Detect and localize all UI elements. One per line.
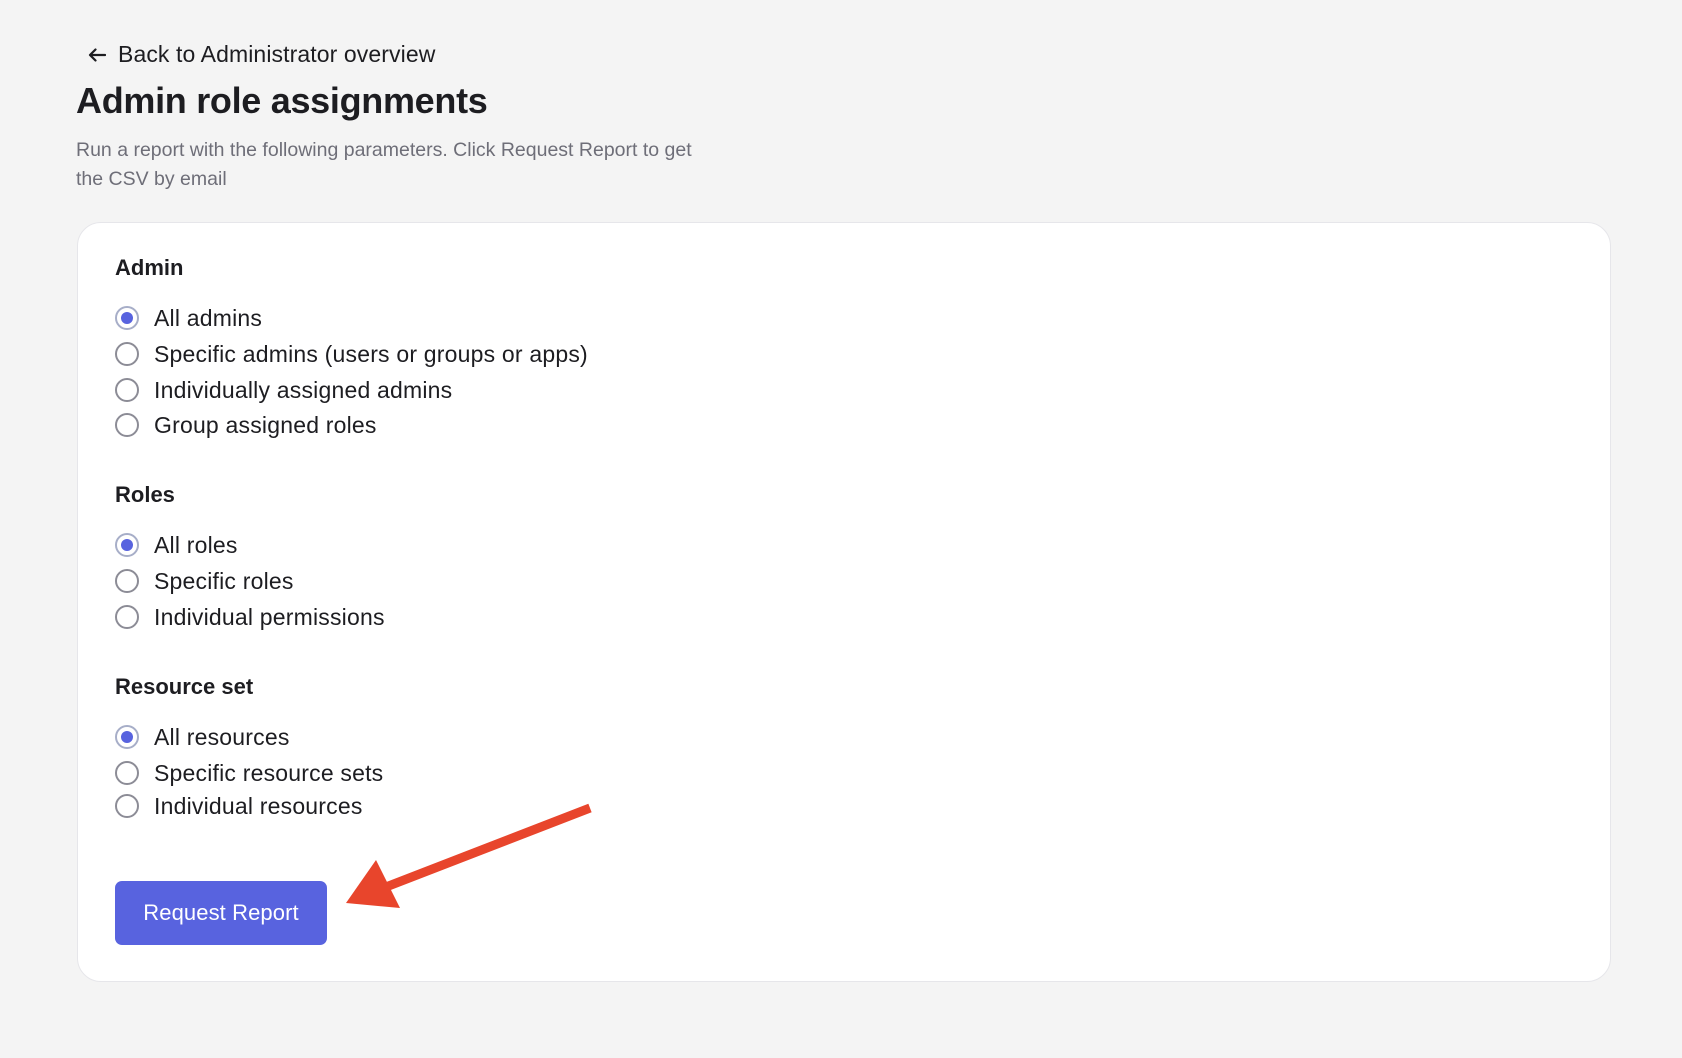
radio-all-admins[interactable]: All admins <box>115 303 262 333</box>
radio-button-selected[interactable] <box>115 306 139 330</box>
radio-dot <box>121 731 133 743</box>
radio-all-resources[interactable]: All resources <box>115 722 290 752</box>
radio-label: Specific resource sets <box>154 759 384 786</box>
back-link-label: Back to Administrator overview <box>118 41 436 67</box>
admin-section-legend: Admin <box>115 255 184 280</box>
radio-specific-roles[interactable]: Specific roles <box>115 566 294 596</box>
radio-label: Specific admins (users or groups or apps… <box>154 340 588 367</box>
radio-individual-permissions[interactable]: Individual permissions <box>115 602 385 632</box>
admin-fieldset: Admin All admins Specific admins (users … <box>115 253 588 438</box>
back-to-administrator-overview-link[interactable]: Back to Administrator overview <box>88 41 435 68</box>
radio-label: Individually assigned admins <box>154 376 453 403</box>
radio-individual-resources[interactable]: Individual resources <box>115 791 363 821</box>
radio-label: Individual permissions <box>154 603 385 630</box>
radio-dot <box>121 312 133 324</box>
radio-label: Individual resources <box>154 792 363 819</box>
roles-section-legend: Roles <box>115 482 175 507</box>
request-report-button[interactable]: Request Report <box>115 881 327 945</box>
radio-specific-admins[interactable]: Specific admins (users or groups or apps… <box>115 339 588 369</box>
radio-label: Group assigned roles <box>154 411 377 438</box>
radio-label: All admins <box>154 304 263 331</box>
radio-group-assigned-roles[interactable]: Group assigned roles <box>115 410 377 440</box>
radio-button[interactable] <box>115 794 139 818</box>
page-title: Admin role assignments <box>76 80 488 121</box>
radio-button[interactable] <box>115 413 139 437</box>
resource-set-section-legend: Resource set <box>115 674 254 699</box>
radio-label: All roles <box>154 531 238 558</box>
page-description: Run a report with the following paramete… <box>76 139 692 190</box>
radio-button[interactable] <box>115 378 139 402</box>
resource-set-fieldset: Resource set All resources Specific reso… <box>115 672 383 819</box>
radio-button[interactable] <box>115 569 139 593</box>
radio-button[interactable] <box>115 342 139 366</box>
radio-individually-assigned-admins[interactable]: Individually assigned admins <box>115 375 452 405</box>
roles-fieldset: Roles All roles Specific roles Individua… <box>115 480 384 630</box>
radio-label: Specific roles <box>154 567 294 594</box>
radio-label: All resources <box>154 723 290 750</box>
radio-button[interactable] <box>115 761 139 785</box>
report-parameters-card: Admin All admins Specific admins (users … <box>77 222 1611 982</box>
radio-button-selected[interactable] <box>115 725 139 749</box>
radio-specific-resource-sets[interactable]: Specific resource sets <box>115 758 383 788</box>
radio-all-roles[interactable]: All roles <box>115 530 238 560</box>
radio-button-selected[interactable] <box>115 533 139 557</box>
radio-button[interactable] <box>115 605 139 629</box>
radio-dot <box>121 539 133 551</box>
arrow-left-icon <box>88 47 106 62</box>
